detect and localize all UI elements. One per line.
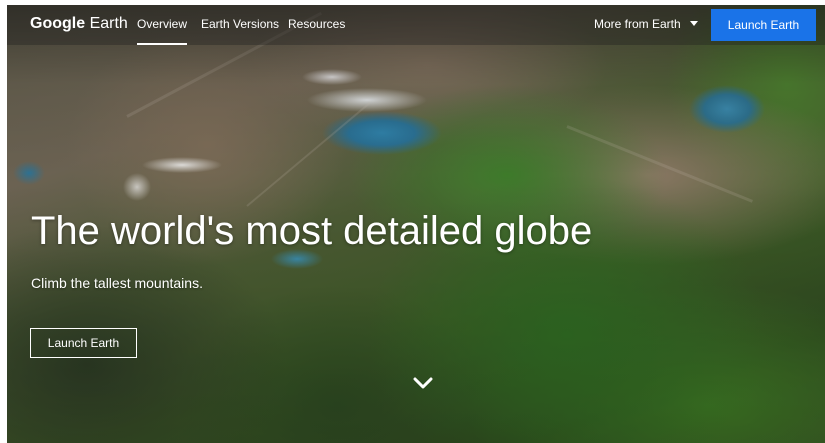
more-from-earth-dropdown[interactable]: More from Earth bbox=[594, 17, 698, 31]
top-navigation: Google Earth Overview Earth Versions Res… bbox=[7, 5, 825, 45]
hero-headline: The world's most detailed globe bbox=[31, 209, 593, 253]
more-from-earth-label: More from Earth bbox=[594, 17, 681, 31]
google-earth-logo[interactable]: Google Earth bbox=[30, 15, 128, 33]
caret-down-icon bbox=[689, 21, 698, 26]
brand-earth: Earth bbox=[89, 15, 128, 32]
nav-link-overview[interactable]: Overview bbox=[137, 17, 188, 45]
brand-google: Google bbox=[30, 15, 86, 32]
chevron-down-icon[interactable] bbox=[411, 374, 435, 392]
hero-subline: Climb the tallest mountains. bbox=[31, 275, 203, 291]
launch-earth-button-header[interactable]: Launch Earth bbox=[711, 9, 816, 41]
nav-link-resources[interactable]: Resources bbox=[288, 17, 345, 31]
nav-link-earth-versions[interactable]: Earth Versions bbox=[201, 17, 279, 31]
page-frame: Google Earth Overview Earth Versions Res… bbox=[7, 5, 825, 443]
launch-earth-button-hero[interactable]: Launch Earth bbox=[30, 328, 137, 358]
